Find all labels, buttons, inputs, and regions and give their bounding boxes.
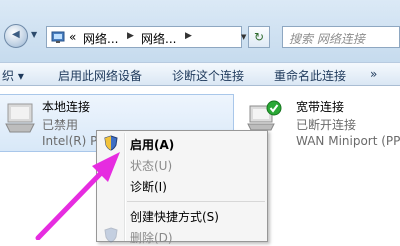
back-button[interactable]: ◀ (4, 24, 28, 48)
rename-connection-button[interactable]: 重命名此连接 (274, 67, 346, 84)
connection-device: Intel(R) P (42, 134, 98, 148)
history-dropdown-icon[interactable]: ▼ (31, 30, 37, 39)
breadcrumb-overflow[interactable]: « (69, 30, 76, 44)
back-arrow-icon: ◀ (12, 29, 20, 40)
menu-item-delete[interactable]: 删除(D) (130, 229, 173, 246)
diagnose-connection-button[interactable]: 诊断这个连接 (172, 67, 244, 84)
breadcrumb-chevron-icon[interactable]: ▶ (127, 31, 134, 41)
breadcrumb[interactable]: « 网络... ▶ 网络... ▶ (46, 26, 242, 48)
network-folder-icon (51, 31, 65, 43)
context-menu: 启用(A) 状态(U) 诊断(I) 创建快捷方式(S) 删除(D) (96, 130, 268, 245)
broadband-connection-icon (247, 100, 282, 131)
connection-device: WAN Miniport (PP (296, 134, 400, 148)
breadcrumb-chevron-icon[interactable]: ▶ (185, 31, 192, 41)
enable-device-button[interactable]: 启用此网络设备 (58, 67, 142, 84)
menu-item-enable[interactable]: 启用(A) (130, 136, 174, 153)
connection-name: 宽带连接 (296, 100, 345, 114)
breadcrumb-item-network[interactable]: 网络... (83, 30, 118, 47)
search-input[interactable]: 搜索 网络连接 (282, 26, 400, 48)
menu-separator (127, 201, 265, 202)
network-adapter-icon (5, 103, 35, 133)
command-bar: 织 ▾ 启用此网络设备 诊断这个连接 重命名此连接 » (0, 62, 400, 86)
refresh-icon: ↻ (253, 30, 265, 44)
menu-item-status[interactable]: 状态(U) (130, 157, 172, 174)
more-commands-button[interactable]: » (370, 67, 377, 81)
address-bar-area: ◀ ▼ « 网络... ▶ 网络... ▶ ▼ ↻ 搜索 网络连接 (0, 0, 400, 62)
shield-icon (104, 227, 118, 243)
connection-status: 已禁用 (42, 118, 79, 132)
connection-name: 本地连接 (42, 100, 91, 114)
organize-menu[interactable]: 织 ▾ (2, 67, 24, 84)
refresh-button[interactable]: ↻ (248, 26, 270, 48)
shield-icon (104, 135, 118, 151)
search-placeholder: 搜索 网络连接 (289, 32, 365, 46)
menu-item-diagnose[interactable]: 诊断(I) (130, 178, 167, 195)
connection-status: 已断开连接 (296, 118, 357, 132)
menu-gutter (124, 133, 126, 241)
breadcrumb-item-network-connections[interactable]: 网络... (141, 30, 176, 47)
address-dropdown-icon[interactable]: ▼ (241, 33, 246, 41)
menu-item-create-shortcut[interactable]: 创建快捷方式(S) (130, 208, 219, 225)
